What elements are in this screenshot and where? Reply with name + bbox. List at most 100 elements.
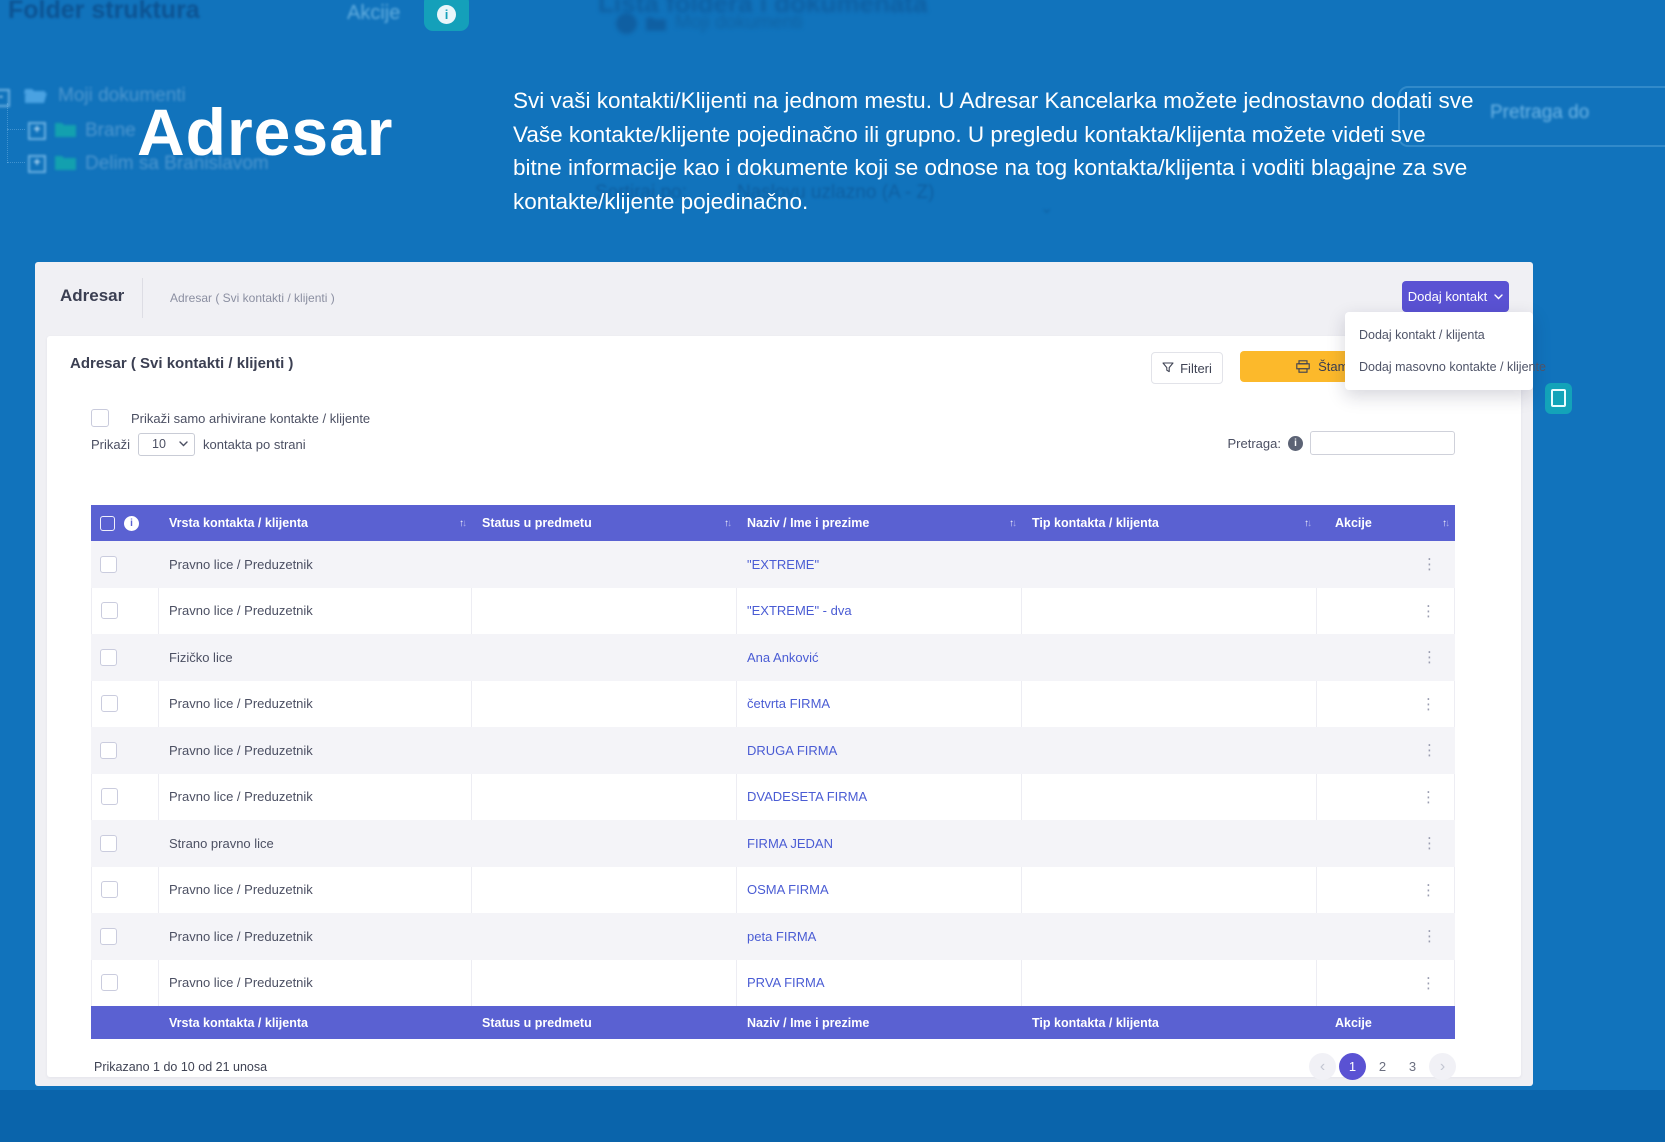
- tree-connector: [7, 103, 8, 163]
- info-icon[interactable]: i: [124, 516, 139, 531]
- row-actions-menu-icon[interactable]: ⋮: [1422, 741, 1437, 759]
- row-checkbox[interactable]: [101, 974, 118, 991]
- table-row: Pravno lice / Preduzetnik OSMA FIRMA ⋮: [91, 867, 1455, 914]
- sort-icon[interactable]: ↑↓: [1442, 518, 1455, 529]
- row-checkbox[interactable]: [100, 928, 117, 945]
- results-summary: Prikazano 1 do 10 od 21 unosa: [94, 1060, 267, 1074]
- page-size-value: 10: [152, 437, 166, 451]
- row-actions-menu-icon[interactable]: ⋮: [1422, 834, 1437, 852]
- column-header-vrsta[interactable]: Vrsta kontakta / klijenta ↑↓: [159, 505, 472, 541]
- table-row: Pravno lice / Preduzetnikčetvrta FIRMA⋮: [91, 681, 1455, 728]
- table-row: Pravno lice / PreduzetnikDVADESETA FIRMA…: [91, 774, 1455, 821]
- divider: [142, 278, 143, 318]
- row-checkbox[interactable]: [101, 881, 118, 898]
- row-actions-menu-icon[interactable]: ⋮: [1422, 648, 1437, 666]
- row-checkbox[interactable]: [101, 788, 118, 805]
- sort-icon[interactable]: ↑↓: [459, 518, 472, 529]
- contact-name-link[interactable]: PRVA FIRMA: [747, 975, 825, 990]
- cell-select: [91, 588, 159, 635]
- contact-name-link[interactable]: DRUGA FIRMA: [747, 743, 837, 758]
- archived-checkbox[interactable]: [91, 409, 109, 427]
- cell-vrsta: Strano pravno lice: [159, 820, 472, 867]
- tree-expand-toggle: +: [28, 122, 46, 140]
- contact-name-link[interactable]: OSMA FIRMA: [747, 882, 829, 897]
- column-header-label: Tip kontakta / klijenta: [1032, 516, 1159, 530]
- sort-icon[interactable]: ↑↓: [724, 518, 737, 529]
- search-row: Pretraga: i: [1228, 431, 1455, 455]
- pagination-prev-button[interactable]: ‹: [1309, 1053, 1336, 1080]
- row-checkbox[interactable]: [101, 602, 118, 619]
- row-actions-menu-icon[interactable]: ⋮: [1421, 974, 1436, 992]
- dropdown-item[interactable]: Dodaj masovno kontakte / klijente: [1345, 351, 1533, 383]
- row-checkbox[interactable]: [101, 695, 118, 712]
- contact-name-link[interactable]: "EXTREME": [747, 557, 819, 572]
- filters-button[interactable]: Filteri: [1151, 352, 1223, 384]
- pagination-page-button[interactable]: 2: [1369, 1053, 1396, 1080]
- add-contact-button[interactable]: Dodaj kontakt: [1402, 281, 1509, 312]
- tree-item-brane: Brane: [85, 120, 136, 142]
- contact-name-link[interactable]: DVADESETA FIRMA: [747, 789, 867, 804]
- footer-column-label: Status u predmetu: [472, 1016, 737, 1030]
- cell-status: [472, 681, 737, 728]
- page-size-row: Prikaži 10 kontakta po strani: [91, 432, 306, 456]
- cell-akcije: ⋮: [1317, 541, 1455, 588]
- cell-vrsta: Fizičko lice: [159, 634, 472, 681]
- cell-select: [91, 913, 159, 960]
- contact-name-link[interactable]: Ana Anković: [747, 650, 819, 665]
- column-header-status[interactable]: Status u predmetu ↑↓: [472, 505, 737, 541]
- row-actions-menu-icon[interactable]: ⋮: [1421, 602, 1436, 620]
- cell-select: [91, 727, 159, 774]
- cell-naziv: Ana Anković: [737, 634, 1022, 681]
- cell-akcije: ⋮: [1317, 634, 1455, 681]
- pagination-page-button[interactable]: 3: [1399, 1053, 1426, 1080]
- cell-status: [472, 774, 737, 821]
- row-actions-menu-icon[interactable]: ⋮: [1422, 927, 1437, 945]
- row-actions-menu-icon[interactable]: ⋮: [1421, 881, 1436, 899]
- column-header-tip[interactable]: Tip kontakta / klijenta ↑↓: [1022, 505, 1317, 541]
- sort-down-arrow: ↓: [1445, 518, 1448, 529]
- footer-column-label: Vrsta kontakta / klijenta: [159, 1016, 472, 1030]
- row-checkbox[interactable]: [100, 556, 117, 573]
- pagination-page-button[interactable]: 1: [1339, 1053, 1366, 1080]
- row-actions-menu-icon[interactable]: ⋮: [1422, 555, 1437, 573]
- row-checkbox[interactable]: [100, 835, 117, 852]
- row-actions-menu-icon[interactable]: ⋮: [1421, 695, 1436, 713]
- contact-name-link[interactable]: "EXTREME" - dva: [747, 603, 852, 618]
- folder-icon: [55, 154, 76, 170]
- select-all-checkbox[interactable]: [100, 516, 115, 531]
- printer-icon: [1296, 360, 1310, 373]
- cell-vrsta: Pravno lice / Preduzetnik: [159, 541, 472, 588]
- bg-akcije-label: Akcije: [347, 2, 400, 25]
- cell-vrsta: Pravno lice / Preduzetnik: [159, 588, 472, 635]
- cell-akcije: ⋮: [1317, 588, 1455, 635]
- hero-description: Svi vaši kontakti/Klijenti na jednom mes…: [513, 84, 1475, 218]
- row-actions-menu-icon[interactable]: ⋮: [1421, 788, 1436, 806]
- cell-vrsta: Pravno lice / Preduzetnik: [159, 867, 472, 914]
- sort-icon[interactable]: ↑↓: [1009, 518, 1022, 529]
- tree-connector: [7, 129, 25, 130]
- cell-status: [472, 727, 737, 774]
- cell-akcije: ⋮: [1317, 960, 1455, 1007]
- dropdown-item[interactable]: Dodaj kontakt / klijenta: [1345, 319, 1533, 351]
- cell-akcije: ⋮: [1317, 681, 1455, 728]
- column-header-akcije[interactable]: Akcije ↑↓: [1317, 505, 1455, 541]
- sort-icon[interactable]: ↑↓: [1304, 518, 1317, 529]
- info-icon[interactable]: i: [1288, 436, 1303, 451]
- cell-akcije: ⋮: [1317, 820, 1455, 867]
- cell-status: [472, 960, 737, 1007]
- contact-name-link[interactable]: peta FIRMA: [747, 929, 816, 944]
- search-input[interactable]: [1310, 431, 1455, 455]
- row-checkbox[interactable]: [100, 649, 117, 666]
- contact-name-link[interactable]: FIRMA JEDAN: [747, 836, 833, 851]
- cell-naziv: DRUGA FIRMA: [737, 727, 1022, 774]
- row-checkbox[interactable]: [100, 742, 117, 759]
- column-header-naziv[interactable]: Naziv / Ime i prezime ↑↓: [737, 505, 1022, 541]
- column-header-label: Vrsta kontakta / klijenta: [169, 516, 308, 530]
- bg-list-root-row: Moji dokumenti: [616, 12, 803, 34]
- hero-title: Adresar: [137, 94, 393, 170]
- cell-tip: [1022, 774, 1317, 821]
- cell-tip: [1022, 727, 1317, 774]
- contact-name-link[interactable]: četvrta FIRMA: [747, 696, 830, 711]
- page-size-select[interactable]: 10: [138, 433, 195, 456]
- pagination-next-button[interactable]: ›: [1429, 1053, 1456, 1080]
